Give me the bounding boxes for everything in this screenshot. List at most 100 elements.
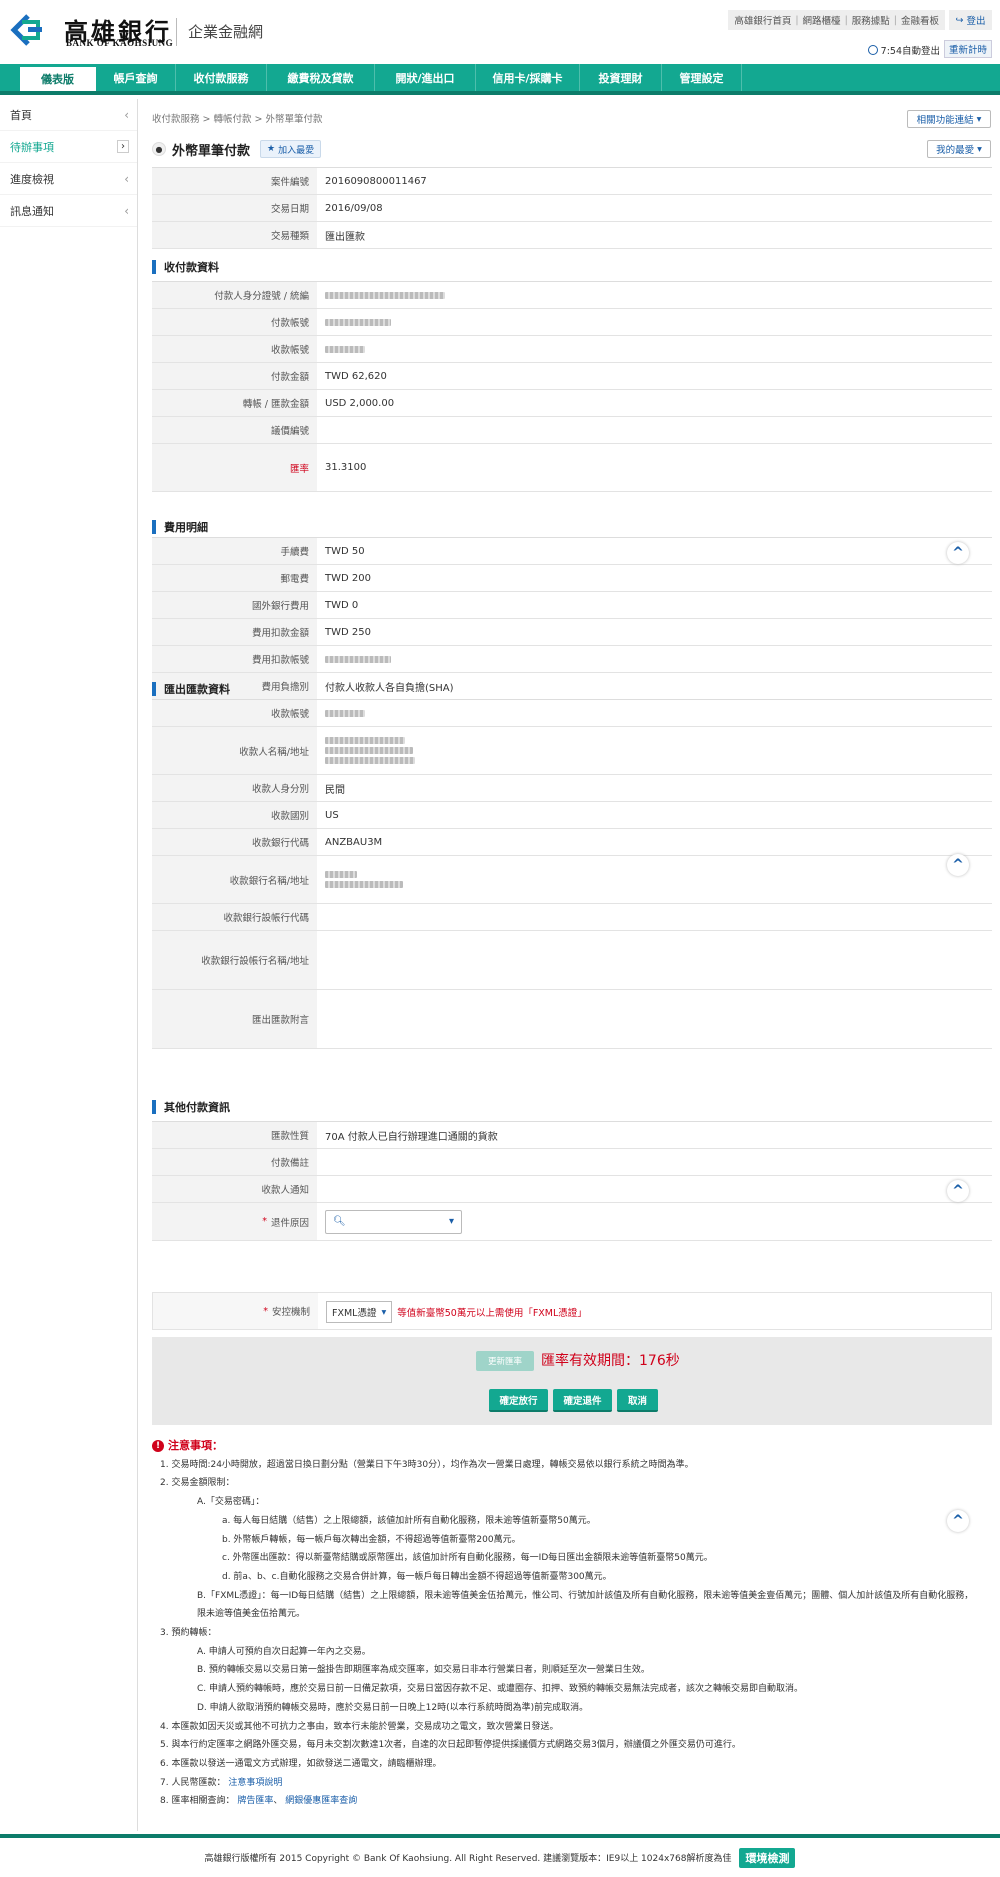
security-mechanism-note: 等值新臺幣50萬元以上需使用「FXML憑證」 bbox=[397, 1308, 587, 1319]
renew-session-button[interactable]: 重新計時 bbox=[944, 40, 992, 58]
payee-country-value: US bbox=[325, 809, 339, 821]
note-line: B. 預約轉帳交易以交易日第一盤掛告即期匯率為成交匯率，如交易日非本行營業日者，… bbox=[197, 1665, 650, 1676]
scroll-top-icon[interactable]: ^ bbox=[947, 1510, 969, 1532]
scroll-top-icon[interactable]: ^ bbox=[947, 854, 969, 876]
reject-button[interactable]: 確定退件 bbox=[553, 1389, 612, 1412]
note-line: 6. 本匯款以發送一通電文方式辦理，如欲發送二通電文，請臨櫃辦理。 bbox=[160, 1758, 442, 1769]
payment-memo-label: 付款備註 bbox=[152, 1149, 317, 1175]
section-other-title: 其他付款資訊 bbox=[152, 1097, 230, 1117]
remit-remark-value bbox=[317, 990, 992, 1048]
table-row: 交易種類 匯出匯款 bbox=[152, 222, 992, 249]
star-icon: ★ bbox=[267, 144, 276, 154]
security-mechanism-select[interactable]: FXML憑證 ▾ bbox=[326, 1301, 393, 1323]
nav-settings[interactable]: 管理設定 bbox=[662, 64, 742, 91]
nav-dashboard[interactable]: 儀表版 bbox=[20, 67, 96, 91]
chevron-left-icon: ‹ bbox=[124, 107, 129, 122]
my-favorites-dropdown[interactable]: 我的最愛 ▾ bbox=[927, 140, 991, 158]
intermediary-code-label: 收款銀行設帳行代碼 bbox=[152, 904, 317, 930]
rmb-notes-link[interactable]: 注意事項說明 bbox=[228, 1778, 282, 1788]
table-row: 收款銀行名稱/地址 bbox=[152, 856, 992, 904]
scroll-top-icon[interactable]: ^ bbox=[947, 1180, 969, 1202]
security-mechanism-label: * 安控機制 bbox=[153, 1293, 318, 1329]
table-row: 收款人名稱/地址 bbox=[152, 727, 992, 775]
table-row: 收款銀行設帳行代碼 bbox=[152, 904, 992, 931]
case-info-table: 案件編號 2016090800011467 交易日期 2016/09/08 交易… bbox=[152, 167, 992, 249]
note-line: a. 每人每日結購（結售）之上限總額，該値加計所有自動化服務，限未逾等值新臺幣5… bbox=[222, 1515, 596, 1526]
related-functions-dropdown[interactable]: 相關功能連結 ▾ bbox=[907, 110, 991, 128]
remit-table: 收款帳號 收款人名稱/地址 收款人身分別 民間 收款國別 US 收款銀行代碼 A… bbox=[152, 699, 992, 1049]
note-line: 1. 交易時間:24小時開放，超過當日換日劃分點（營業日下午3時30分），均作為… bbox=[160, 1459, 694, 1470]
transfer-amount-label: 轉帳 / 匯款金額 bbox=[152, 390, 317, 416]
remit-remark-label: 匯出匯款附言 bbox=[152, 990, 317, 1048]
table-row: 付款金額 TWD 62,620 bbox=[152, 363, 992, 390]
payment-amount-value: TWD 62,620 bbox=[325, 370, 387, 382]
nav-credit-card[interactable]: 信用卡/採購卡 bbox=[476, 64, 580, 91]
bank-name-en: BANK OF KAOHSIUNG bbox=[66, 38, 174, 48]
bank-logo-icon[interactable] bbox=[8, 12, 46, 48]
table-row: 付款帳號 bbox=[152, 309, 992, 336]
add-favorite-button[interactable]: ★ 加入最愛 bbox=[260, 140, 322, 158]
caret-down-icon: ▾ bbox=[976, 113, 982, 125]
table-row: 郵電費 TWD 200 bbox=[152, 565, 992, 592]
nav-account-inquiry[interactable]: 帳戶查詢 bbox=[96, 64, 176, 91]
refresh-rate-button[interactable]: 更新匯率 bbox=[476, 1351, 534, 1371]
sidebar-item-home[interactable]: 首頁 ‹ bbox=[0, 99, 137, 131]
note-line: 2. 交易金額限制： bbox=[160, 1478, 235, 1489]
case-number-value: 2016090800011467 bbox=[325, 175, 427, 187]
notes-title: ! 注意事項： bbox=[152, 1437, 992, 1456]
table-row: 費用扣款金額 TWD 250 bbox=[152, 619, 992, 646]
remit-payee-account-value bbox=[317, 700, 992, 726]
sidebar-item-todo[interactable]: 待辦事項 › bbox=[0, 131, 137, 163]
toplink-branches[interactable]: 服務據點 bbox=[852, 13, 890, 27]
online-rate-link[interactable]: 網銀優惠匯率查詢 bbox=[285, 1796, 357, 1806]
note-line: C. 申請人預約轉帳時，應於交易日前一日備足款項，交易日當因存款不足、或遭圈存、… bbox=[197, 1684, 804, 1695]
caret-down-icon: ▾ bbox=[977, 143, 982, 155]
toplink-board[interactable]: 金融看板 bbox=[901, 13, 939, 27]
reject-reason-select[interactable]: 🔍︎ ▾ bbox=[325, 1209, 462, 1234]
note-line: d. 前a、b、c.自動化服務之交易合併計算，每一帳戶每日轉出金額不得超過等值新… bbox=[222, 1571, 612, 1582]
logout-button[interactable]: ↪ 登出 bbox=[949, 10, 992, 30]
chevron-left-icon: ‹ bbox=[124, 203, 129, 218]
main-nav: 儀表版 帳戶查詢 收付款服務 繳費稅及貸款 開狀/進出口 信用卡/採購卡 投資理… bbox=[0, 64, 1000, 95]
cancel-button[interactable]: 取消 bbox=[617, 1389, 658, 1412]
remit-payee-account-label: 收款帳號 bbox=[152, 700, 317, 726]
note-line: A. 申請人可預約自次日起算一年內之交易。 bbox=[197, 1646, 371, 1657]
nav-tax-loans[interactable]: 繳費稅及貸款 bbox=[267, 64, 375, 91]
security-mechanism-row: * 安控機制 FXML憑證 ▾ 等值新臺幣50萬元以上需使用「FXML憑證」 bbox=[152, 1292, 992, 1330]
security-mechanism-value: FXML憑證 bbox=[332, 1308, 377, 1319]
note-line: 5. 與本行約定匯率之網路外匯交易，每月未交割次數達1次者，自達的次日起即暫停提… bbox=[160, 1740, 741, 1751]
payee-bank-name-value bbox=[317, 856, 992, 903]
table-row: 付款人身分證號 / 統編 bbox=[152, 282, 992, 309]
table-row: 收款人通知 bbox=[152, 1176, 992, 1203]
session-timer-text: 7:54自動登出 bbox=[880, 46, 940, 57]
intermediary-name-label: 收款銀行設帳行名稱/地址 bbox=[152, 931, 317, 989]
board-rate-link[interactable]: 牌告匯率 bbox=[237, 1796, 273, 1806]
negotiation-number-label: 議價編號 bbox=[152, 417, 317, 443]
environment-check-button[interactable]: 環境檢測 bbox=[739, 1847, 796, 1868]
caret-down-icon: ▾ bbox=[381, 1306, 387, 1318]
trade-date-label: 交易日期 bbox=[152, 195, 317, 221]
remit-nature-label: 匯款性質 bbox=[152, 1122, 317, 1148]
other-table: 匯款性質 70A 付款人已自行辦理進口通關的貨款 付款備註 收款人通知 * 退件原… bbox=[152, 1121, 992, 1241]
table-row: 交易日期 2016/09/08 bbox=[152, 195, 992, 222]
payer-id-label: 付款人身分證號 / 統編 bbox=[152, 282, 317, 308]
negotiation-number-value bbox=[317, 417, 992, 443]
sidebar-item-messages[interactable]: 訊息通知 ‹ bbox=[0, 195, 137, 227]
section-remit-title: 匯出匯款資料 bbox=[152, 679, 230, 699]
table-row: 付款備註 bbox=[152, 1149, 992, 1176]
scroll-top-icon[interactable]: ^ bbox=[947, 542, 969, 564]
fee-debit-amount-value: TWD 250 bbox=[325, 626, 371, 638]
nav-import-export[interactable]: 開狀/進出口 bbox=[375, 64, 476, 91]
table-row: 轉帳 / 匯款金額 USD 2,000.00 bbox=[152, 390, 992, 417]
sidebar-item-progress[interactable]: 進度檢視 ‹ bbox=[0, 163, 137, 195]
toplink-counter[interactable]: 網路櫃檯 bbox=[803, 13, 841, 27]
nav-investment[interactable]: 投資理財 bbox=[580, 64, 662, 91]
toplink-home[interactable]: 高雄銀行首頁 bbox=[734, 13, 791, 27]
nav-payment-services[interactable]: 收付款服務 bbox=[176, 64, 267, 91]
table-row: 費用扣款帳號 bbox=[152, 646, 992, 673]
note-line: D. 申請人欲取消預約轉帳交易時，應於交易日前一日晚上12時(以本行系統時間為準… bbox=[197, 1702, 589, 1713]
approve-button[interactable]: 確定放行 bbox=[489, 1389, 548, 1412]
section-fees-title: 費用明細 bbox=[152, 517, 208, 537]
related-functions-label: 相關功能連結 bbox=[916, 115, 974, 126]
payee-name-value bbox=[317, 727, 992, 774]
